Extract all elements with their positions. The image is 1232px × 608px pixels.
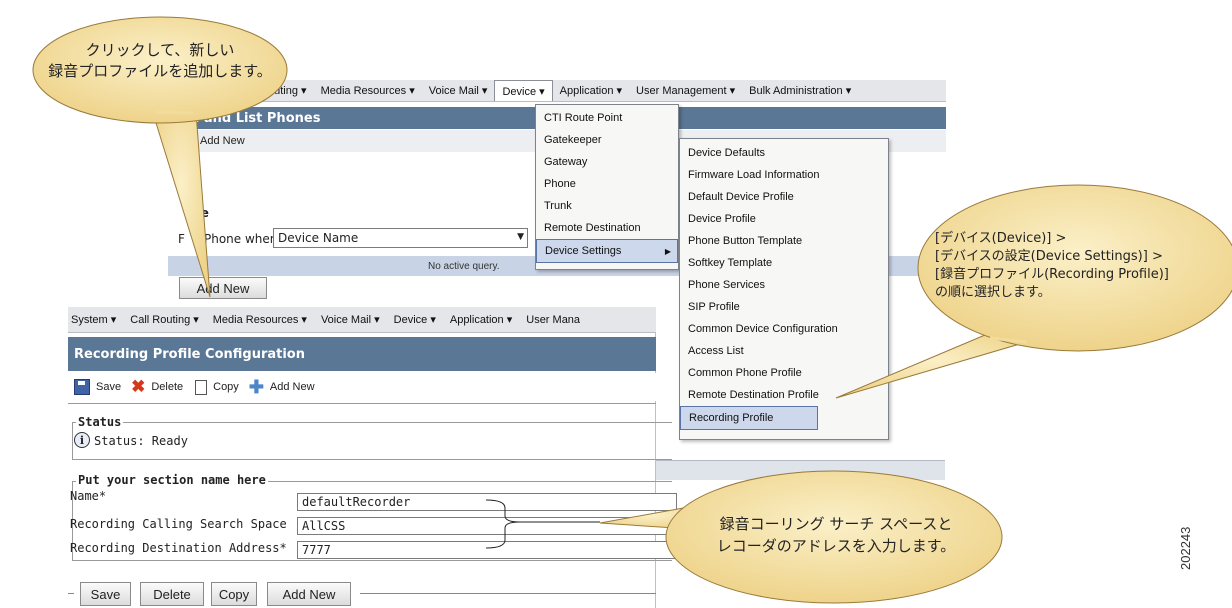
front-window: System ▾ Call Routing ▾ Media Resources … [68,307,677,608]
submenu-item-device-profile[interactable]: Device Profile [680,208,888,230]
back-window-scrollbar[interactable] [655,460,945,480]
callout-top-left-text: クリックして、新しい 録音プロファイルを追加します。 [40,40,280,82]
menu-call-routing[interactable]: Call Routing ▾ [123,307,206,332]
submenu-item-default-device-profile[interactable]: Default Device Profile [680,186,888,208]
menu-device[interactable]: Device ▾ [387,307,443,332]
callout-bottom-line2: レコーダのアドレスを入力します。 [716,537,956,555]
save-button[interactable]: Save [80,582,131,606]
front-menubar: System ▾ Call Routing ▾ Media Resources … [68,307,656,333]
copy-button[interactable]: Copy [211,582,257,606]
submenu-item-common-phone-profile[interactable]: Common Phone Profile [680,362,888,384]
status-text: Status: Ready [94,434,188,448]
menu-voice-mail[interactable]: Voice Mail ▾ [422,80,495,101]
add-new-button[interactable]: Add New [267,582,351,606]
callout-bottom-text: 録音コーリング サーチ スペースと レコーダのアドレスを入力します。 [676,513,996,557]
device-menu: CTI Route Point Gatekeeper Gateway Phone… [535,104,679,270]
submenu-item-phone-services[interactable]: Phone Services [680,274,888,296]
calling-search-space-field[interactable]: AllCSS [297,517,677,535]
callout-right-line3: [録音プロファイル(Recording Profile)] [935,267,1169,282]
callout-bottom-line1: 録音コーリング サーチ スペースと [719,515,953,533]
calling-search-space-label: Recording Calling Search Space [70,517,287,531]
front-toolbar: Save ✖ Delete Copy ✚ Add New [68,373,656,401]
chevron-down-icon: ▼ [517,232,524,242]
callout-right-line1: [デバイス(Device)] > [935,231,1067,246]
back-find-prefix: F [178,232,185,246]
bottom-divider-left [68,593,74,594]
submenu-item-recording-profile[interactable]: Recording Profile [680,406,818,430]
save-icon[interactable] [74,379,90,395]
name-label: Name* [70,489,107,503]
callout-right-line4: の順に選択します。 [935,285,1051,300]
destination-address-field[interactable]: 7777 [297,541,677,559]
figure-id: 202243 [1178,526,1193,570]
find-field-select-value: Device Name [278,231,359,245]
menu-user-management[interactable]: User Mana [519,307,587,332]
back-section-title: one [184,206,209,220]
menu-call-routing[interactable]: outing ▾ [168,80,314,101]
back-no-query: No active query. [428,260,500,272]
toolbar-add-new[interactable]: Add New [270,381,315,393]
menu-device[interactable]: Device ▾ [494,80,553,101]
menu-item-device-settings-label: Device Settings [545,245,622,257]
back-find-label: Phone where [204,232,282,246]
find-field-select[interactable]: Device Name ▼ [273,228,528,248]
destination-address-label: Recording Destination Address* [70,541,287,555]
submenu-item-remote-destination-profile[interactable]: Remote Destination Profile [680,384,888,406]
menu-item-device-settings[interactable]: Device Settings ▶ [536,239,678,263]
back-add-new-button[interactable]: Add New [179,277,267,299]
callout-right-line2: [デバイスの設定(Device Settings)] > [935,249,1163,264]
callout-right-text: [デバイス(Device)] > [デバイスの設定(Device Setting… [935,230,1225,302]
menu-application[interactable]: Application ▾ [553,80,629,101]
delete-icon[interactable]: ✖ [131,377,145,397]
name-field[interactable]: defaultRecorder [297,493,677,511]
submenu-item-device-defaults[interactable]: Device Defaults [680,142,888,164]
delete-button[interactable]: Delete [140,582,204,606]
menu-media-resources[interactable]: Media Resources ▾ [314,80,422,101]
submenu-item-softkey-template[interactable]: Softkey Template [680,252,888,274]
section-legend: Put your section name here [76,473,268,487]
add-new-icon[interactable]: ✚ [249,377,264,398]
menu-user-management[interactable]: User Management ▾ [629,80,742,101]
menu-application[interactable]: Application ▾ [443,307,519,332]
submenu-item-firmware-load-information[interactable]: Firmware Load Information [680,164,888,186]
menu-item-remote-destination[interactable]: Remote Destination [536,217,678,239]
menu-system[interactable]: System ▾ [68,307,123,332]
submenu-item-sip-profile[interactable]: SIP Profile [680,296,888,318]
menu-voice-mail[interactable]: Voice Mail ▾ [314,307,387,332]
menu-item-phone[interactable]: Phone [536,173,678,195]
submenu-item-common-device-configuration[interactable]: Common Device Configuration [680,318,888,340]
back-menubar: outing ▾ Media Resources ▾ Voice Mail ▾ … [168,80,946,102]
menu-item-gateway[interactable]: Gateway [536,151,678,173]
toolbar-delete[interactable]: Delete [151,381,183,393]
copy-icon[interactable] [195,379,208,395]
toolbar-save[interactable]: Save [96,381,121,393]
menu-media-resources[interactable]: Media Resources ▾ [206,307,314,332]
menu-item-cti-route-point[interactable]: CTI Route Point [536,107,678,129]
status-legend: Status [76,415,124,429]
info-icon: i [74,432,90,448]
submenu-item-phone-button-template[interactable]: Phone Button Template [680,230,888,252]
menu-item-trunk[interactable]: Trunk [536,195,678,217]
menu-item-gatekeeper[interactable]: Gatekeeper [536,129,678,151]
callout-top-left-line2: 録音プロファイルを追加します。 [48,62,272,80]
callout-top-left-line1: クリックして、新しい [85,41,235,59]
bottom-divider-right [360,593,656,594]
submenu-item-access-list[interactable]: Access List [680,340,888,362]
menu-bulk-administration[interactable]: Bulk Administration ▾ [742,80,858,101]
device-settings-submenu: Device Defaults Firmware Load Informatio… [679,138,889,440]
toolbar-divider [68,403,656,404]
page-title: Recording Profile Configuration [68,337,656,371]
chevron-right-icon: ▶ [664,246,671,256]
back-toolbar-add-new[interactable]: Add New [200,135,245,147]
toolbar-copy[interactable]: Copy [213,381,239,393]
